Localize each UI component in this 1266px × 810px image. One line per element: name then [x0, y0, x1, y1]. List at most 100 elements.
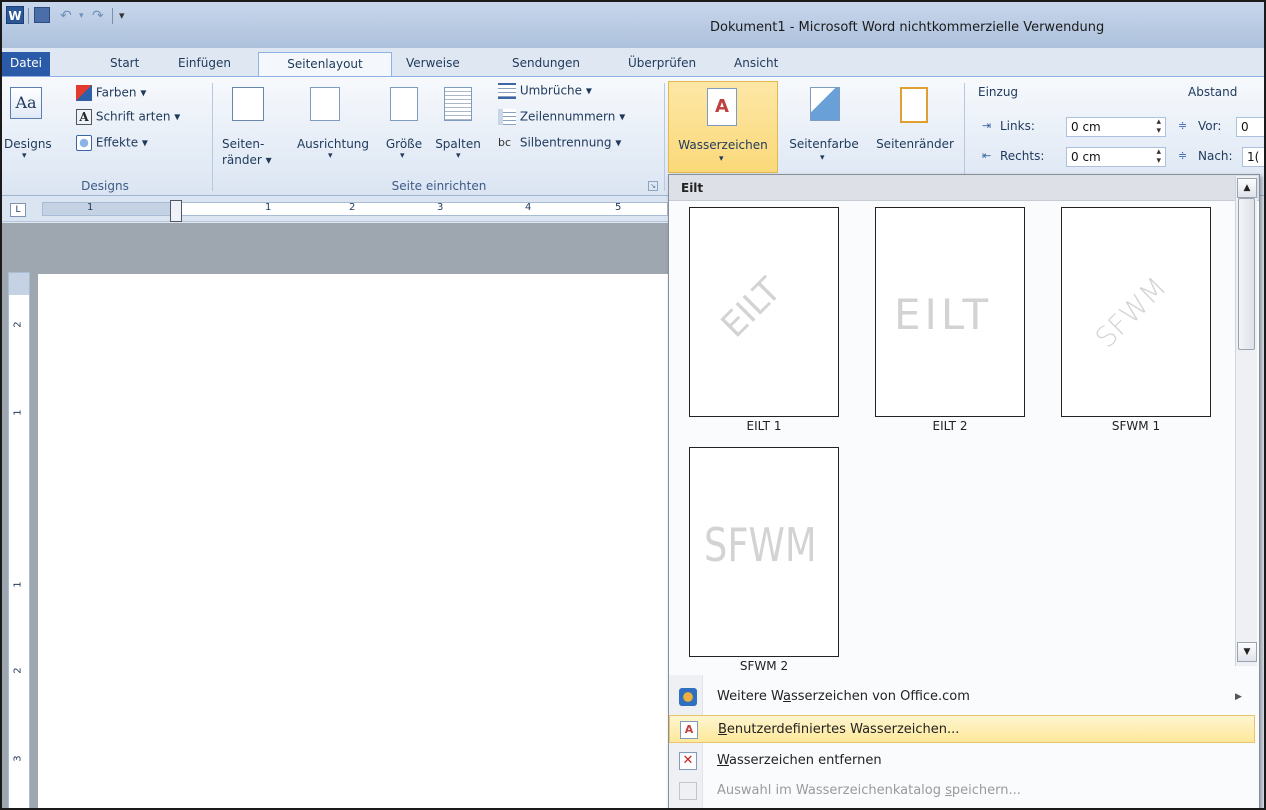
menu-benutzerdefiniertes-wasserzeichen[interactable]: A Benutzerdefiniertes Wasserzeichen...: [669, 715, 1255, 743]
spacing-after-icon: ≑: [1178, 149, 1188, 162]
chevron-down-icon: ▾: [22, 151, 27, 161]
spinner-arrows-icon[interactable]: ▴ ▾: [1156, 148, 1161, 166]
spacing-before-icon: ≑: [1178, 119, 1188, 132]
watermark-gallery-dropdown: Eilt EILT EILT 1 EILT EILT 2 SFWM SFWM 1…: [668, 174, 1260, 808]
seitenfarbe-button[interactable]: Seitenfarbe ▾: [780, 81, 868, 173]
group-designs: Aa Designs ▾ Farben ▾ A Schrift arten ▾ …: [2, 77, 208, 195]
abstand-nach-input[interactable]: 1(: [1242, 147, 1264, 167]
watermark-label-eilt-1: EILT 1: [746, 419, 782, 433]
group-label-designs: Designs: [81, 179, 129, 193]
einzug-rechts-value: 0 cm: [1071, 150, 1101, 164]
indent-marker-icon[interactable]: [170, 200, 182, 222]
group-separator: [664, 83, 665, 191]
gallery-header: Eilt: [669, 175, 1259, 201]
effekte-label: Effekte ▾: [95, 135, 148, 150]
wasserzeichen-button[interactable]: A Wasserzeichen ▾: [668, 81, 778, 173]
word-window: W ↶ ▾ ↷ ▾ Dokument1 - Microsoft Word nic…: [0, 0, 1266, 810]
line-numbers-icon: [498, 109, 516, 125]
document-page[interactable]: [38, 274, 670, 808]
einzug-rechts-input[interactable]: 0 cm ▴ ▾: [1066, 147, 1166, 167]
umbrueche-button[interactable]: Umbrüche ▾: [498, 83, 592, 99]
groesse-button[interactable]: Größe ▾: [382, 83, 426, 175]
wasserzeichen-label: Wasserzeichen: [678, 138, 768, 152]
abstand-vor-label: Vor:: [1198, 119, 1222, 133]
word-app-icon[interactable]: W: [6, 6, 24, 24]
chevron-down-icon: ▾: [820, 153, 825, 163]
vertical-ruler[interactable]: 2 1 1 2 3: [8, 272, 30, 808]
menu-weitere-wasserzeichen[interactable]: Weitere Wasserzeichen von Office.com ▶: [669, 683, 1259, 711]
ruler-number: 2: [12, 667, 24, 674]
spinner-arrows-icon[interactable]: ▴ ▾: [1156, 118, 1161, 136]
save-icon[interactable]: [34, 7, 50, 23]
tab-sendungen[interactable]: Sendungen: [508, 52, 584, 76]
page-color-icon: [810, 87, 840, 121]
effekte-button[interactable]: Effekte ▾: [76, 135, 148, 151]
watermark-label-sfwm-2: SFWM 2: [739, 659, 789, 673]
columns-icon: [444, 87, 472, 121]
save-selection-icon: [679, 782, 697, 800]
silbentrennung-button[interactable]: bc Silbentrennung ▾: [498, 135, 621, 151]
groesse-label: Größe: [385, 137, 423, 151]
einzug-links-input[interactable]: 0 cm ▴ ▾: [1066, 117, 1166, 137]
undo-icon[interactable]: ↶: [60, 6, 72, 26]
tab-verweise[interactable]: Verweise: [402, 52, 464, 76]
zeilennummern-button[interactable]: Zeilennummern ▾: [498, 109, 625, 125]
tab-ueberpruefen[interactable]: Überprüfen: [624, 52, 700, 76]
ruler-number: 1: [87, 202, 94, 213]
watermark-thumb-sfwm-2[interactable]: SFWM: [689, 447, 839, 657]
tab-start[interactable]: Start: [106, 52, 143, 76]
customize-quick-access-icon[interactable]: ▾: [119, 6, 125, 26]
menu-label: Weitere Wasserzeichen von Office.com: [717, 689, 970, 704]
schriftarten-button[interactable]: A Schrift arten ▾: [76, 109, 180, 125]
menu-wasserzeichen-entfernen[interactable]: ✕ Wasserzeichen entfernen: [669, 747, 1259, 775]
menu-label: Benutzerdefiniertes Wasserzeichen...: [718, 722, 960, 737]
tab-selector-icon[interactable]: L: [10, 203, 26, 217]
effects-icon: [76, 135, 92, 151]
ribbon-tabs: Datei Start Einfügen Seitenlayout Verwei…: [2, 48, 1264, 77]
tab-einfuegen[interactable]: Einfügen: [174, 52, 235, 76]
indent-right-icon: ⇤: [982, 149, 992, 162]
ruler-number: 4: [525, 202, 532, 213]
watermark-thumb-sfwm-1[interactable]: SFWM: [1061, 207, 1211, 417]
einzug-label: Einzug: [978, 85, 1019, 99]
office-online-icon: [679, 688, 697, 706]
margins-icon: [232, 87, 264, 121]
scroll-down-icon[interactable]: ▼: [1237, 642, 1257, 662]
menu-label: Wasserzeichen entfernen: [717, 753, 882, 768]
hyphenation-icon: bc: [498, 136, 512, 149]
tab-datei[interactable]: Datei: [2, 52, 50, 76]
seitenraender-label-1: Seiten-: [222, 137, 265, 151]
spalten-button[interactable]: Spalten ▾: [432, 83, 484, 175]
seitenraender-rahmen-button[interactable]: Seitenränder: [870, 81, 960, 173]
chevron-down-icon: ▾: [719, 154, 724, 164]
undo-dropdown-icon[interactable]: ▾: [79, 6, 84, 26]
gallery-scrollbar[interactable]: ▲ ▼: [1235, 176, 1257, 666]
watermark-preview-text: SFWM: [704, 518, 817, 572]
ruler-number: 1: [12, 581, 24, 588]
menu-label: Auswahl im Wasserzeichenkatalog speicher…: [717, 783, 1021, 798]
page-borders-icon: [900, 87, 928, 123]
tab-ansicht[interactable]: Ansicht: [730, 52, 782, 76]
orientation-icon: [310, 87, 340, 121]
designs-icon: Aa: [10, 87, 42, 119]
redo-icon[interactable]: ↷: [92, 6, 104, 26]
seitenraender-button[interactable]: Seiten- ränder ▾: [222, 83, 274, 175]
ausrichtung-button[interactable]: Ausrichtung ▾: [288, 83, 378, 175]
watermark-thumb-eilt-1[interactable]: EILT: [689, 207, 839, 417]
scrollbar-thumb[interactable]: [1238, 198, 1255, 350]
tab-seitenlayout[interactable]: Seitenlayout: [258, 52, 392, 77]
ruler-number: 1: [265, 202, 272, 213]
watermark-thumb-eilt-2[interactable]: EILT: [875, 207, 1025, 417]
scroll-up-icon[interactable]: ▲: [1237, 178, 1257, 198]
horizontal-ruler[interactable]: L 1 1 2 3 4 5: [2, 196, 668, 222]
einzug-links-label: Links:: [1000, 119, 1035, 133]
abstand-vor-input[interactable]: 0: [1236, 117, 1264, 137]
ruler-number: 5: [615, 202, 622, 213]
group-label-seite-einrichten: Seite einrichten: [391, 179, 487, 193]
watermark-preview-text: EILT: [713, 270, 789, 346]
watermark-label-eilt-2: EILT 2: [932, 419, 968, 433]
dialog-launcher-icon[interactable]: ↘: [648, 181, 658, 191]
designs-button[interactable]: Aa Designs ▾: [4, 85, 52, 165]
farben-button[interactable]: Farben ▾: [76, 85, 146, 101]
size-icon: [390, 87, 418, 121]
